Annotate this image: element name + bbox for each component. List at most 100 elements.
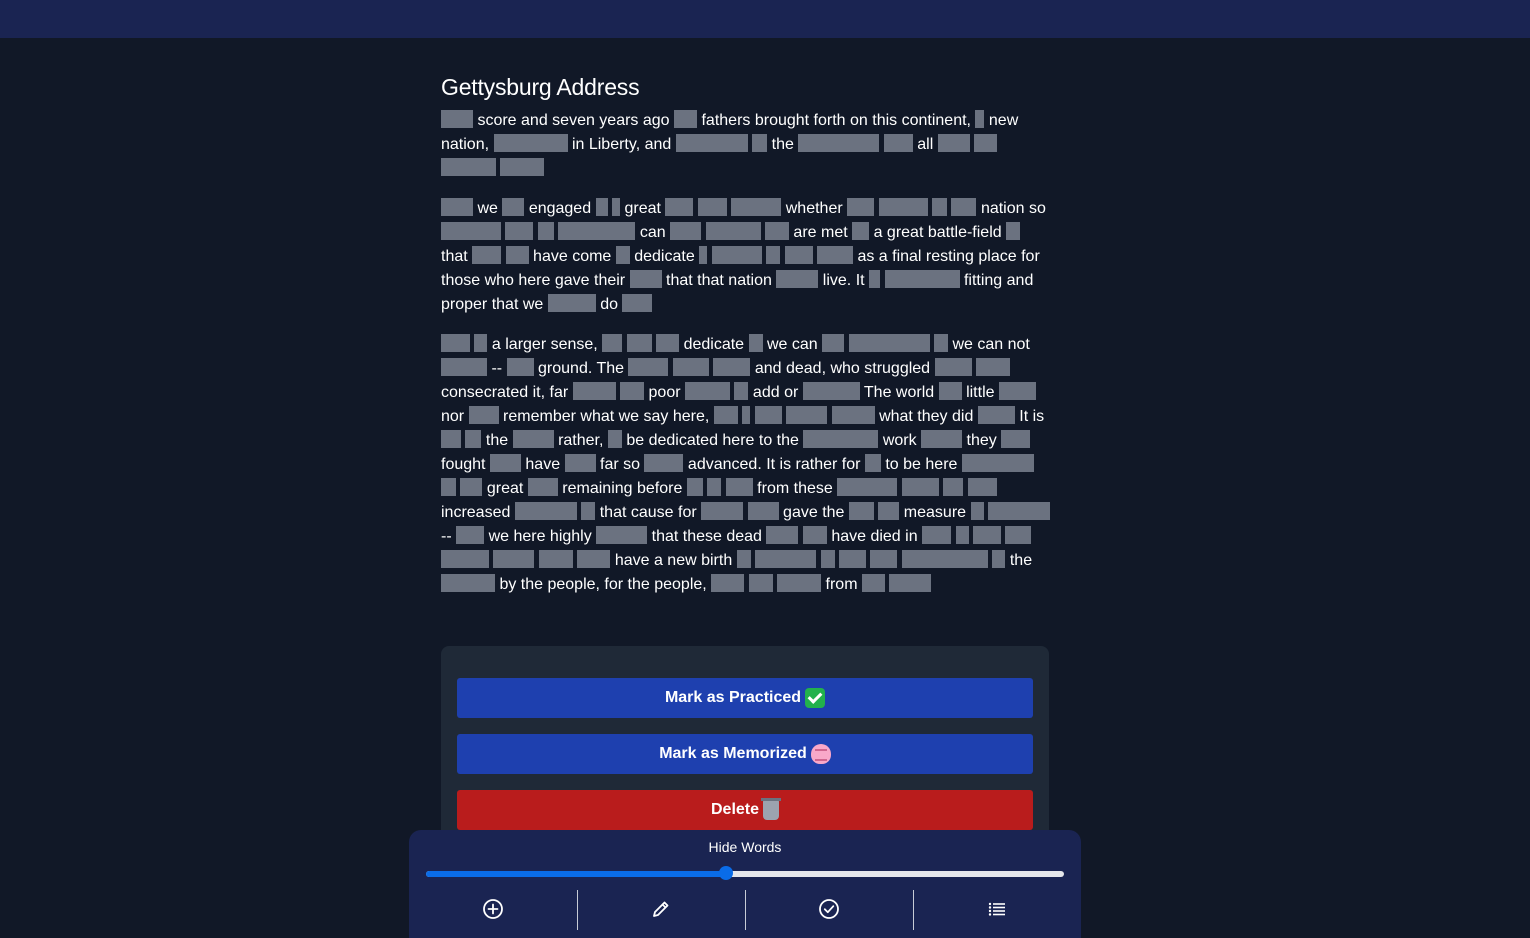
hidden-word[interactable] <box>581 502 596 520</box>
hidden-word[interactable] <box>607 430 622 448</box>
hidden-word[interactable] <box>474 334 488 352</box>
hidden-word[interactable] <box>505 222 534 240</box>
hidden-word[interactable] <box>731 198 782 216</box>
hidden-word[interactable] <box>974 134 998 152</box>
hidden-word[interactable] <box>644 454 684 472</box>
hidden-word[interactable] <box>878 198 928 216</box>
nav-edit-button[interactable] <box>577 888 745 930</box>
hidden-word[interactable] <box>742 406 751 424</box>
hidden-word[interactable] <box>864 454 881 472</box>
hidden-word[interactable] <box>848 502 874 520</box>
hidden-word[interactable] <box>932 198 948 216</box>
hidden-word[interactable] <box>938 382 962 400</box>
hidden-word[interactable] <box>441 158 496 176</box>
hidden-word[interactable] <box>975 358 1010 376</box>
hidden-word[interactable] <box>674 110 698 128</box>
hidden-word[interactable] <box>595 198 608 216</box>
hidden-word[interactable] <box>537 222 554 240</box>
hidden-word[interactable] <box>711 574 745 592</box>
hidden-word[interactable] <box>861 574 885 592</box>
delete-button[interactable]: Delete <box>457 790 1033 830</box>
hidden-word[interactable] <box>441 430 461 448</box>
hidden-word[interactable] <box>977 406 1015 424</box>
hidden-word[interactable] <box>1001 430 1031 448</box>
hidden-word[interactable] <box>538 550 573 568</box>
hidden-word[interactable] <box>615 246 630 264</box>
hidden-word[interactable] <box>992 550 1006 568</box>
hidden-word[interactable] <box>967 478 997 496</box>
hidden-word[interactable] <box>672 358 709 376</box>
mark-memorized-button[interactable]: Mark as Memorized <box>457 734 1033 774</box>
hidden-word[interactable] <box>764 222 789 240</box>
hidden-word[interactable] <box>901 478 939 496</box>
hidden-word[interactable] <box>441 222 501 240</box>
hidden-word[interactable] <box>502 198 525 216</box>
hidden-word[interactable] <box>1005 526 1032 544</box>
hidden-word[interactable] <box>883 134 913 152</box>
hidden-word[interactable] <box>784 246 813 264</box>
hidden-word[interactable] <box>934 358 972 376</box>
hidden-word[interactable] <box>699 246 708 264</box>
hidden-word[interactable] <box>820 550 835 568</box>
hidden-word[interactable] <box>798 134 880 152</box>
hidden-word[interactable] <box>527 478 558 496</box>
hidden-word[interactable] <box>493 134 568 152</box>
hidden-word[interactable] <box>629 270 662 288</box>
hidden-word[interactable] <box>754 406 782 424</box>
hidden-word[interactable] <box>776 270 819 288</box>
hidden-word[interactable] <box>748 334 763 352</box>
hidden-word[interactable] <box>755 550 817 568</box>
hidden-word[interactable] <box>441 478 456 496</box>
hidden-word[interactable] <box>839 550 867 568</box>
hidden-word[interactable] <box>711 246 762 264</box>
hidden-word[interactable] <box>837 478 898 496</box>
hidden-word[interactable] <box>934 334 949 352</box>
hidden-word[interactable] <box>786 406 828 424</box>
hidden-word[interactable] <box>822 334 845 352</box>
hidden-word[interactable] <box>921 430 963 448</box>
hidden-word[interactable] <box>1006 222 1021 240</box>
hidden-word[interactable] <box>766 246 781 264</box>
hidden-word[interactable] <box>626 334 652 352</box>
nav-check-button[interactable] <box>745 888 913 930</box>
hidden-word[interactable] <box>713 358 751 376</box>
hidden-word[interactable] <box>564 454 596 472</box>
hidden-word[interactable] <box>441 334 470 352</box>
hidden-word[interactable] <box>831 406 875 424</box>
hidden-word[interactable] <box>456 526 485 544</box>
hidden-word[interactable] <box>628 358 669 376</box>
hidden-word[interactable] <box>878 502 900 520</box>
hidden-word[interactable] <box>734 382 749 400</box>
hidden-word[interactable] <box>972 526 1001 544</box>
hidden-word[interactable] <box>505 246 529 264</box>
hidden-word[interactable] <box>736 550 751 568</box>
hidden-word[interactable] <box>670 222 702 240</box>
hidden-word[interactable] <box>802 382 860 400</box>
hidden-word[interactable] <box>705 222 761 240</box>
nav-list-button[interactable] <box>913 888 1081 930</box>
hidden-word[interactable] <box>803 430 879 448</box>
hidden-word[interactable] <box>500 158 545 176</box>
hidden-word[interactable] <box>656 334 680 352</box>
hidden-word[interactable] <box>884 270 960 288</box>
hidden-word[interactable] <box>441 358 487 376</box>
hidden-word[interactable] <box>901 550 988 568</box>
hidden-word[interactable] <box>961 454 1034 472</box>
hidden-word[interactable] <box>889 574 932 592</box>
hidden-word[interactable] <box>514 502 577 520</box>
hidden-word[interactable] <box>460 478 483 496</box>
hidden-word[interactable] <box>869 270 881 288</box>
hidden-word[interactable] <box>816 246 853 264</box>
hidden-word[interactable] <box>747 502 779 520</box>
hidden-word[interactable] <box>675 134 748 152</box>
hidden-word[interactable] <box>766 526 799 544</box>
hidden-word[interactable] <box>602 334 623 352</box>
hidden-word[interactable] <box>465 430 482 448</box>
hidden-word[interactable] <box>441 198 473 216</box>
hidden-word[interactable] <box>922 526 952 544</box>
hidden-word[interactable] <box>937 134 970 152</box>
hidden-word[interactable] <box>622 294 653 312</box>
hidden-word[interactable] <box>612 198 621 216</box>
hidden-word[interactable] <box>701 502 744 520</box>
hidden-word[interactable] <box>697 198 727 216</box>
